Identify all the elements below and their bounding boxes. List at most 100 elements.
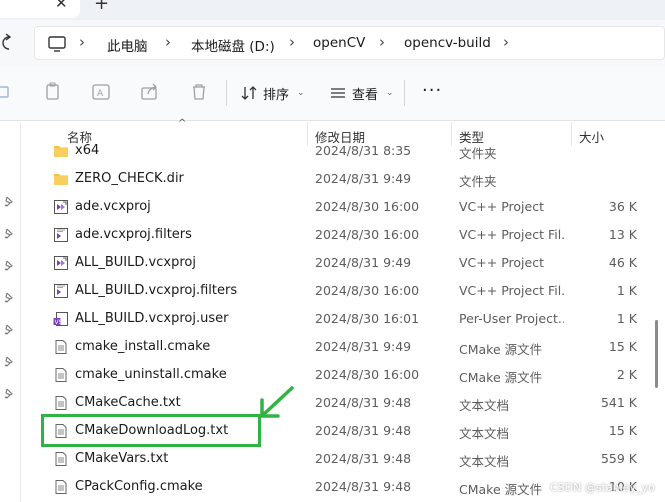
file-type: Per-User Project... [459,311,564,326]
text-file-icon [53,395,69,411]
new-item-icon[interactable] [0,82,20,102]
navigation-pane [0,122,21,502]
breadcrumb-expand-icon[interactable]: › [503,33,509,51]
file-type: 文本文档 [459,426,510,441]
file-row[interactable]: VS ALL_BUILD.vcxproj.user 2024/8/30 16:0… [33,305,665,333]
vertical-scrollbar[interactable] [655,320,658,388]
file-date: 2024/8/30 16:00 [315,199,420,214]
breadcrumb-opencv-build[interactable]: opencv-build [404,35,491,51]
new-tab-icon[interactable]: + [94,0,109,14]
file-size: 1 K [616,311,637,326]
file-type: 文本文档 [459,454,510,469]
copy-icon[interactable] [43,82,63,102]
pin-icon[interactable] [3,292,15,304]
command-bar: A 排序 ⌄ 查看 ⌄ ··· [0,66,665,121]
file-type: 文件夹 [459,146,497,161]
file-type: CMake 源文件 [459,482,543,497]
file-name: CMakeVars.txt [75,451,169,466]
toolbar-divider [404,80,405,106]
highlight-annotation-box [41,414,261,447]
breadcrumb-separator: › [379,33,385,51]
text-file-icon [53,451,69,467]
file-row[interactable]: ALL_BUILD.vcxproj.filters 2024/8/30 16:0… [33,277,665,305]
file-row[interactable]: x64 2024/8/31 8:35 文件夹 [33,137,665,165]
view-button[interactable]: 查看 ⌄ [330,82,394,104]
sort-icon [241,86,257,100]
file-size: 559 K [600,451,637,466]
file-row[interactable]: CMakeVars.txt 2024/8/31 9:48 文本文档 559 K [33,445,665,473]
file-date: 2024/8/31 9:48 [315,451,412,466]
chevron-down-icon: ⌄ [386,88,394,98]
file-date: 2024/8/31 9:48 [315,395,412,410]
breadcrumb-local-disk[interactable]: 本地磁盘 (D:) [191,35,275,55]
pin-icon[interactable] [3,324,15,336]
file-type: VC++ Project [459,199,544,214]
file-type: VC++ Project Fil... [459,283,564,298]
vcxproj-icon [53,255,69,271]
delete-icon[interactable] [189,82,209,102]
pin-icon[interactable] [3,196,15,208]
file-type: 文本文档 [459,398,510,413]
svg-text:A: A [97,89,104,99]
svg-text:VS: VS [55,319,63,326]
file-type: CMake 源文件 [459,370,543,385]
file-size: 2 K [616,367,637,382]
toolbar-divider [226,80,227,106]
tab-strip: ✕ + [0,0,665,20]
file-size: 15 K [608,339,637,354]
file-date: 2024/8/31 9:49 [315,171,412,186]
pin-icon[interactable] [3,260,15,272]
breadcrumb-this-pc[interactable]: 此电脑 [107,35,148,55]
pin-icon[interactable] [3,356,15,368]
file-type: VC++ Project [459,255,544,270]
file-row[interactable]: cmake_uninstall.cmake 2024/8/30 16:00 CM… [33,361,665,389]
vcxproj-user-icon: VS [53,311,69,327]
file-row[interactable]: ALL_BUILD.vcxproj 2024/8/31 9:49 VC++ Pr… [33,249,665,277]
file-size: 46 K [608,255,637,270]
file-row[interactable]: cmake_install.cmake 2024/8/31 9:49 CMake… [33,333,665,361]
share-icon[interactable] [140,82,160,102]
file-name: cmake_uninstall.cmake [75,367,227,382]
text-file-icon [53,367,69,383]
text-file-icon [53,339,69,355]
this-pc-icon [48,36,66,52]
file-type: VC++ Project Fil... [459,227,564,242]
vcxproj-icon [53,199,69,215]
close-tab-icon[interactable]: ✕ [55,0,68,12]
folder-icon [53,171,69,187]
more-options-icon[interactable]: ··· [422,80,442,101]
file-name: ALL_BUILD.vcxproj [75,255,196,270]
file-row[interactable]: ade.vcxproj.filters 2024/8/30 16:00 VC++… [33,221,665,249]
file-type: CMake 源文件 [459,342,543,357]
folder-icon [53,143,69,159]
sort-button[interactable]: 排序 ⌄ [241,82,305,104]
rename-icon[interactable]: A [91,82,111,102]
file-date: 2024/8/30 16:00 [315,367,420,382]
file-date: 2024/8/31 9:48 [315,423,412,438]
file-row[interactable]: ade.vcxproj 2024/8/30 16:00 VC++ Project… [33,193,665,221]
file-name: x64 [75,143,100,158]
file-date: 2024/8/31 9:49 [315,255,412,270]
file-list: x64 2024/8/31 8:35 文件夹 ZERO_CHECK.dir 20… [33,137,665,502]
vcxproj-filters-icon [53,283,69,299]
file-row[interactable]: CMakeCache.txt 2024/8/31 9:48 文本文档 541 K [33,389,665,417]
file-row[interactable]: ZERO_CHECK.dir 2024/8/31 9:49 文件夹 [33,165,665,193]
file-date: 2024/8/31 9:49 [315,339,412,354]
file-name: CPackConfig.cmake [75,479,203,494]
pin-icon[interactable] [3,228,15,240]
view-label: 查看 [352,87,379,103]
file-size: 36 K [608,199,637,214]
pin-icon[interactable] [3,388,15,400]
file-name: ade.vcxproj.filters [75,227,192,242]
address-bar[interactable]: › 此电脑 › 本地磁盘 (D:) › openCV › opencv-buil… [34,26,665,60]
breadcrumb-separator: › [289,33,295,51]
refresh-icon[interactable] [0,33,14,53]
sort-ascending-icon: ^ [178,118,187,129]
window-tab[interactable]: ✕ [0,0,80,18]
breadcrumb-opencv[interactable]: openCV [313,35,365,51]
file-type: 文件夹 [459,174,497,189]
file-size: 541 K [600,395,637,410]
chevron-down-icon: ⌄ [297,88,305,98]
file-name: ZERO_CHECK.dir [75,171,184,186]
file-date: 2024/8/31 9:48 [315,479,412,494]
